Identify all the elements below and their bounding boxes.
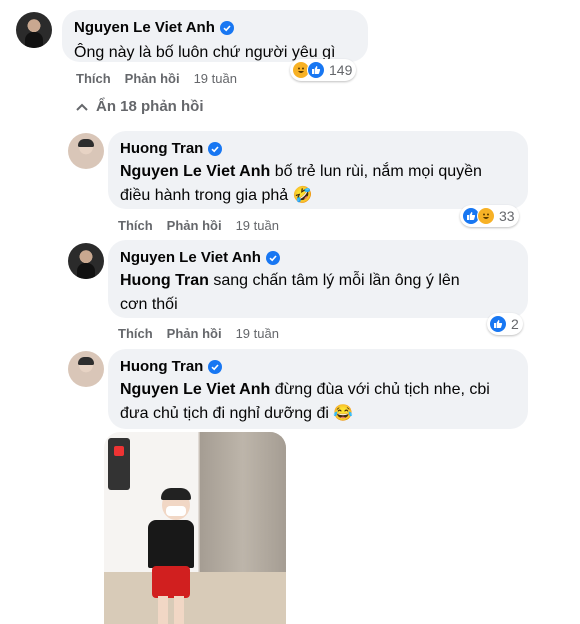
reply-bubble: Huong Tran Nguyen Le Viet Anh đừng đùa v… [108,349,528,429]
verified-badge-icon [265,250,280,265]
reply-text: Nguyen Le Viet Anh đừng đùa với chủ tịch… [120,378,516,426]
comment-timestamp[interactable]: 19 tuần [194,71,237,86]
reply-text-line: sang chấn tâm lý mỗi lần ông ý lên [208,272,460,289]
avatar[interactable] [68,351,104,387]
author-name[interactable]: Huong Tran [120,357,203,376]
mention-link[interactable]: Nguyen Le Viet Anh [120,163,270,180]
reply-author[interactable]: Nguyen Le Viet Anh [120,248,516,267]
comment-bubble: Nguyen Le Viet Anh Ông này là bố luôn ch… [62,10,368,62]
reply-button[interactable]: Phản hồi [167,326,222,341]
reply-text-line: điều hành trong gia phả 🤣 [120,187,313,204]
verified-badge-icon [208,359,223,374]
haha-icon [477,207,495,225]
author-name[interactable]: Nguyen Le Viet Anh [120,248,261,267]
reaction-count: 2 [511,316,519,332]
avatar[interactable] [16,12,52,48]
child-cap [161,488,191,500]
reply-text: Nguyen Le Viet Anh bố trẻ lun rùi, nắm m… [120,160,516,208]
reply-author[interactable]: Huong Tran [120,139,516,158]
child-shorts [152,566,190,598]
reply-author[interactable]: Huong Tran [120,357,516,376]
reply-text-line: cơn thối [120,296,178,313]
verified-badge-icon [208,141,223,156]
elevator-door [200,432,286,582]
reaction-count: 149 [329,62,353,78]
reply-text-line: đưa chủ tịch đi nghỉ dưỡng đi 😂 [120,405,354,422]
child-figure [148,520,194,568]
reply-bubble: Nguyen Le Viet Anh Huong Tran sang chấn … [108,240,528,318]
reply-button[interactable]: Phản hồi [125,71,180,86]
mention-link[interactable]: Nguyen Le Viet Anh [120,381,270,398]
reaction-summary[interactable]: 33 [460,205,519,227]
like-icon [307,61,325,79]
like-icon [489,315,507,333]
child-leg [174,596,184,624]
comment-actions: Thích Phản hồi 19 tuần [76,71,237,86]
reaction-summary[interactable]: 149 [290,59,357,81]
attached-photo[interactable] [104,432,286,624]
elevator-panel [108,438,130,490]
comment-author[interactable]: Nguyen Le Viet Anh [74,18,356,37]
reply-timestamp[interactable]: 19 tuần [236,326,279,341]
reaction-count: 33 [499,208,515,224]
chevron-up-icon [76,98,88,115]
hide-replies-button[interactable]: Ẩn 18 phản hồi [76,98,204,115]
verified-badge-icon [219,20,234,35]
reply-timestamp[interactable]: 19 tuần [236,218,279,233]
reply-text-line: đừng đùa với chủ tịch nhe, cbi [270,381,490,398]
reaction-summary[interactable]: 2 [487,313,523,335]
reply-actions: Thích Phản hồi 19 tuần [118,218,279,233]
avatar[interactable] [68,133,104,169]
like-button[interactable]: Thích [76,71,111,86]
avatar[interactable] [68,243,104,279]
mention-link[interactable]: Huong Tran [120,272,209,289]
floor [104,572,286,624]
reply-text: Huong Tran sang chấn tâm lý mỗi lần ông … [120,269,516,317]
reply-bubble: Huong Tran Nguyen Le Viet Anh bố trẻ lun… [108,131,528,209]
author-name[interactable]: Nguyen Le Viet Anh [74,18,215,37]
like-button[interactable]: Thích [118,326,153,341]
reply-actions: Thích Phản hồi 19 tuần [118,326,279,341]
hide-replies-label: Ẩn 18 phản hồi [96,98,204,115]
author-name[interactable]: Huong Tran [120,139,203,158]
like-button[interactable]: Thích [118,218,153,233]
child-mask [166,506,186,516]
child-leg [158,596,168,624]
reply-text-line: bố trẻ lun rùi, nắm mọi quyền [270,163,482,180]
reply-button[interactable]: Phản hồi [167,218,222,233]
